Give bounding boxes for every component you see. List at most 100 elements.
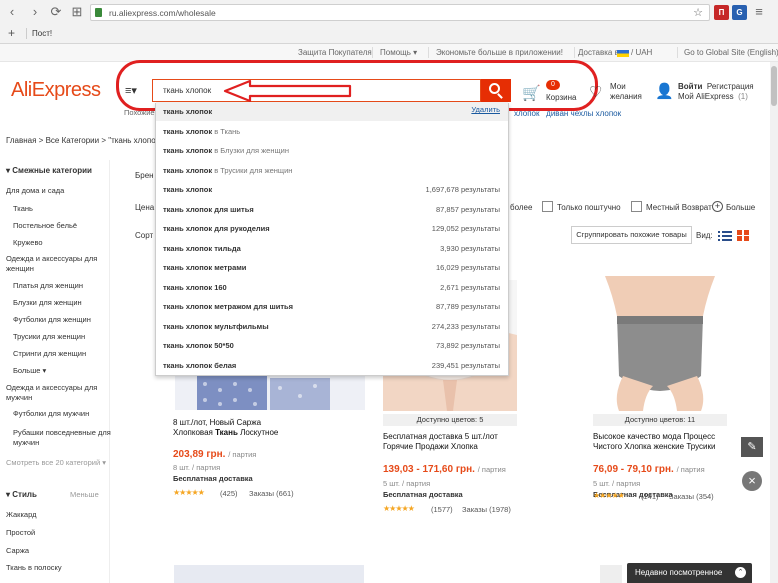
edit-pencil-icon[interactable]: ✎ (741, 437, 763, 457)
per-piece-label[interactable]: Только поштучно (557, 203, 621, 212)
breadcrumb[interactable]: Главная > Все Категории > "ткань хлопок" (6, 136, 162, 145)
related-link[interactable]: хлопок (514, 109, 540, 118)
global-site-link[interactable]: Go to Global Site (English) (684, 48, 778, 57)
reviews-count[interactable]: (425) (220, 489, 238, 498)
orders-count[interactable]: Заказы (661) (249, 489, 294, 498)
product-image[interactable] (175, 376, 365, 410)
delete-history-link[interactable]: Удалить (471, 105, 500, 114)
reload-icon[interactable]: ⟳ (48, 4, 64, 20)
sidebar-item[interactable]: Постельное бельё (13, 221, 113, 231)
search-button[interactable] (481, 79, 511, 102)
cart-label[interactable]: Корзина (546, 93, 576, 102)
page-scrollbar[interactable] (770, 62, 778, 583)
suggestion-item[interactable]: ткань хлопок 50*50 73,892 результаты (156, 336, 508, 355)
bookmark-star-icon[interactable]: ☆ (693, 6, 703, 19)
style-item[interactable]: Простой (6, 528, 106, 538)
suggestion-item[interactable]: ткань хлопок метражом для шитья 87,789 ре… (156, 297, 508, 316)
sidebar-item[interactable]: Ткань (13, 204, 113, 214)
suggestion-item[interactable]: ткань хлопок 160 2,671 результаты (156, 278, 508, 297)
style-less-link[interactable]: Меньше (70, 490, 99, 499)
bookmark-item[interactable]: Пост! (32, 29, 52, 38)
suggestion-item[interactable]: ткань хлопок для шитья 87,857 результаты (156, 200, 508, 219)
product-image[interactable] (593, 276, 727, 411)
scrollbar-thumb[interactable] (771, 66, 777, 106)
register-link[interactable]: Регистрация (707, 82, 754, 91)
reviews-count[interactable]: (1577) (431, 505, 453, 514)
address-bar-text: ru.aliexpress.com/wholesale (109, 8, 216, 18)
suggestion-item[interactable]: ткань хлопок белая 239,451 результаты (156, 356, 508, 375)
sidebar-item[interactable]: Рубашки повседневные для мужчин (13, 428, 113, 448)
reviews-count[interactable]: (141) (641, 492, 659, 501)
suggestion-item[interactable]: ткань хлопок метрами 16,029 результаты (156, 258, 508, 277)
suggestion-query: ткань хлопок белая (163, 360, 237, 370)
heart-icon[interactable]: ♡ (589, 83, 602, 101)
app-promo-link[interactable]: Экономьте больше в приложении! (436, 48, 563, 57)
suggestion-item[interactable]: ткань хлопок тильда 3,930 результаты (156, 239, 508, 258)
style-item[interactable]: Ткань в полоску (6, 563, 106, 573)
product-image[interactable] (174, 565, 364, 583)
sidebar-item[interactable]: Платья для женщин (13, 281, 113, 291)
wishlist-label[interactable]: Мои желания (610, 82, 650, 102)
style-item[interactable]: Жаккард (6, 510, 106, 520)
help-menu[interactable]: Помощь ▾ (380, 48, 417, 57)
sidebar-item[interactable]: Стринги для женщин (13, 349, 113, 359)
product-title[interactable]: 8 шт./лот, Новый Саржа Хлопковая Ткань Л… (173, 418, 298, 438)
aliexpress-logo[interactable]: AliExpress (11, 79, 101, 102)
sidebar-heading: ▾ Смежные категории (6, 166, 92, 175)
style-item[interactable]: Саржа (6, 546, 106, 556)
list-view-icon[interactable] (718, 230, 732, 241)
local-return-label[interactable]: Местный Возврат (646, 203, 712, 212)
product-image[interactable] (600, 565, 622, 583)
sidebar-more[interactable]: Больше ▾ (13, 366, 113, 376)
suggestion-item[interactable]: ткань хлопок в Трусики для женщин (156, 161, 508, 180)
suggestion-item[interactable]: ткань хлопок для рукоделия 129,052 резуль… (156, 219, 508, 238)
extension-icon[interactable]: П (714, 5, 729, 20)
suggestion-item[interactable]: ткань хлопок в Блузки для женщин (156, 141, 508, 160)
apps-grid-icon[interactable]: ⊞ (69, 4, 85, 20)
group-similar-button[interactable]: Сгруппировать похожие товары (571, 226, 692, 244)
per-piece-checkbox[interactable] (542, 201, 553, 212)
forward-icon[interactable]: › (27, 4, 43, 20)
grid-view-icon[interactable] (737, 230, 751, 241)
categories-label: Похожие (124, 108, 155, 117)
delivery-to[interactable]: Доставка в (578, 48, 619, 57)
product-title[interactable]: Высокое качество мода Процесс Чистого Хл… (593, 432, 733, 452)
recently-viewed-bar[interactable]: Недавно посмотренное ⌃ (627, 563, 752, 583)
user-icon[interactable]: 👤 (655, 82, 674, 100)
chevron-up-icon[interactable]: ⌃ (735, 567, 746, 578)
suggestion-item[interactable]: ткань хлопок мультфильмы 274,233 результа… (156, 317, 508, 336)
orders-count[interactable]: Заказы (1978) (462, 505, 511, 514)
categories-menu-icon[interactable]: ≡▾ (125, 84, 137, 97)
sidebar-item[interactable]: Для дома и сада (6, 186, 106, 196)
cart-icon[interactable]: 🛒 (522, 84, 541, 102)
related-link[interactable]: диван чехлы хлопок (546, 109, 621, 118)
sidebar-item[interactable]: Блузки для женщин (13, 298, 113, 308)
colors-available-badge: Доступно цветов: 11 (593, 414, 727, 426)
orders-count[interactable]: Заказы (354) (669, 492, 714, 501)
translate-icon[interactable]: G (732, 5, 747, 20)
login-link[interactable]: Войти (678, 82, 702, 91)
sidebar-item[interactable]: Кружево (13, 238, 113, 248)
sidebar-item[interactable]: Футболки для женщин (13, 315, 113, 325)
plus-circle-icon[interactable]: + (712, 201, 723, 212)
product-title[interactable]: Бесплатная доставка 5 шт./лот Горячие Пр… (383, 432, 523, 452)
sidebar-item[interactable]: Одежда и аксессуары для мужчин (6, 383, 106, 403)
suggestion-item[interactable]: ткань хлопок Удалить (156, 102, 508, 121)
menu-icon[interactable]: ≡ (751, 4, 767, 20)
suggestion-item[interactable]: ткань хлопок в Ткань (156, 122, 508, 141)
my-aliexpress-link[interactable]: Мой AliExpress (678, 92, 734, 101)
local-return-checkbox[interactable] (631, 201, 642, 212)
back-icon[interactable]: ‹ (4, 4, 20, 20)
suggestion-item[interactable]: ткань хлопок 1,697,678 результаты (156, 180, 508, 199)
address-bar[interactable]: ru.aliexpress.com/wholesale ☆ (90, 4, 710, 21)
add-bookmark-icon[interactable]: + (8, 26, 15, 40)
more-filters-link[interactable]: Больше (726, 203, 755, 212)
sidebar-item[interactable]: Трусики для женщин (13, 332, 113, 342)
close-icon[interactable]: × (742, 471, 762, 491)
suggestion-query: ткань хлопок 160 (163, 282, 227, 292)
sidebar-item[interactable]: Футболки для мужчин (13, 409, 113, 419)
sidebar-item[interactable]: Одежда и аксессуары для женщин (6, 254, 106, 274)
see-all-categories-link[interactable]: Смотреть все 20 категорий ▾ (6, 458, 106, 467)
buyer-protection-link[interactable]: Защита Покупателя (298, 48, 372, 57)
currency[interactable]: / UAH (631, 48, 652, 57)
